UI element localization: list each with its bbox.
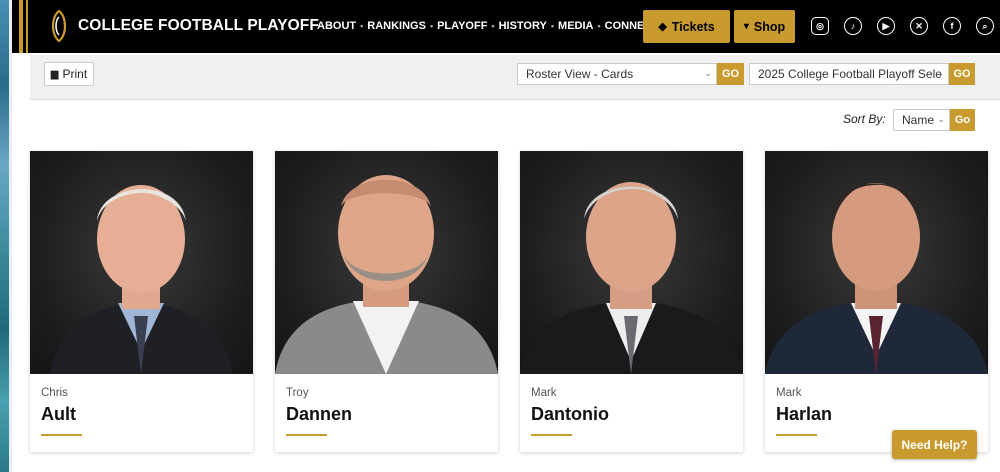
tiktok-icon[interactable]: ♪ <box>844 17 862 35</box>
roster-toolbar: ▆ Print Roster View - Cards ⌄ GO 2025 Co… <box>30 55 1000 100</box>
print-button[interactable]: ▆ Print <box>44 62 94 86</box>
nav-separator: • <box>550 21 555 31</box>
roster-view-go-button[interactable]: GO <box>717 63 744 85</box>
member-first-name: Chris <box>41 387 68 399</box>
shop-button[interactable]: ▾ Shop <box>734 10 795 43</box>
member-card[interactable]: Chris Ault <box>30 151 253 452</box>
season-go-button[interactable]: GO <box>949 63 975 85</box>
member-first-name: Troy <box>286 387 309 399</box>
member-last-name[interactable]: Dantonio <box>531 404 609 425</box>
member-photo[interactable] <box>520 151 743 374</box>
nav-separator: • <box>429 21 434 31</box>
member-card[interactable]: Troy Dannen <box>275 151 498 452</box>
nav-separator: • <box>597 21 601 31</box>
sort-select[interactable]: Name ⌄ <box>893 109 950 131</box>
member-first-name: Mark <box>531 387 557 399</box>
member-last-name[interactable]: Dannen <box>286 404 352 425</box>
sort-go-button[interactable]: Go <box>950 109 975 131</box>
member-photo[interactable] <box>765 151 988 374</box>
member-photo[interactable] <box>30 151 253 374</box>
ticket-icon: ◆ <box>658 21 667 33</box>
chevron-down-icon: ⌄ <box>936 68 944 78</box>
nav-separator: • <box>360 21 364 31</box>
roster-view-value: Roster View - Cards <box>526 67 634 81</box>
season-value: 2025 College Football Playoff Sele <box>758 67 942 81</box>
nav-item-history[interactable]: HISTORY <box>499 20 547 32</box>
member-last-name[interactable]: Harlan <box>776 404 832 425</box>
nav-item-about[interactable]: ABOUT <box>317 20 356 32</box>
main-nav: ABOUT • RANKINGS • PLAYOFF • HISTORY • M… <box>317 20 670 32</box>
background-image-strip <box>0 0 12 472</box>
shop-label: Shop <box>753 19 786 34</box>
season-select[interactable]: 2025 College Football Playoff Sele ⌄ <box>749 63 949 85</box>
printer-icon: ▆ <box>50 68 59 80</box>
nav-accent-bar-thin <box>26 0 28 53</box>
instagram-icon[interactable]: ◎ <box>811 17 829 35</box>
nav-item-rankings[interactable]: RANKINGS <box>367 20 426 32</box>
member-photo[interactable] <box>275 151 498 374</box>
name-underline <box>41 434 82 436</box>
roster-view-select[interactable]: Roster View - Cards ⌄ <box>517 63 717 85</box>
member-first-name: Mark <box>776 387 802 399</box>
member-last-name[interactable]: Ault <box>41 404 76 425</box>
sort-by-label: Sort By: <box>843 112 886 126</box>
chevron-down-icon: ⌄ <box>937 114 945 124</box>
top-navbar: COLLEGE FOOTBALL PLAYOFF ABOUT • RANKING… <box>12 0 1000 53</box>
chevron-down-icon: ⌄ <box>704 68 712 78</box>
cfp-logo-icon[interactable] <box>48 9 70 43</box>
member-card[interactable]: Mark Harlan <box>765 151 988 452</box>
tickets-label: Tickets <box>671 19 715 34</box>
name-underline <box>776 434 817 436</box>
nav-item-media[interactable]: MEDIA <box>558 20 593 32</box>
nav-accent-bar <box>19 0 23 53</box>
print-label: Print <box>62 67 88 81</box>
name-underline <box>286 434 327 436</box>
nav-item-playoff[interactable]: PLAYOFF <box>437 20 487 32</box>
nav-separator: • <box>491 21 495 31</box>
brand-title[interactable]: COLLEGE FOOTBALL PLAYOFF <box>78 17 319 35</box>
facebook-icon[interactable]: f <box>943 17 961 35</box>
youtube-icon[interactable]: ▶ <box>877 17 895 35</box>
x-icon[interactable]: ✕ <box>910 17 928 35</box>
search-icon[interactable]: ⌕ <box>976 17 994 35</box>
name-underline <box>531 434 572 436</box>
tickets-button[interactable]: ◆ Tickets <box>643 10 730 43</box>
sort-value: Name <box>902 113 935 127</box>
need-help-button[interactable]: Need Help? <box>892 430 977 459</box>
cart-icon: ▾ <box>743 21 749 32</box>
member-card[interactable]: Mark Dantonio <box>520 151 743 452</box>
